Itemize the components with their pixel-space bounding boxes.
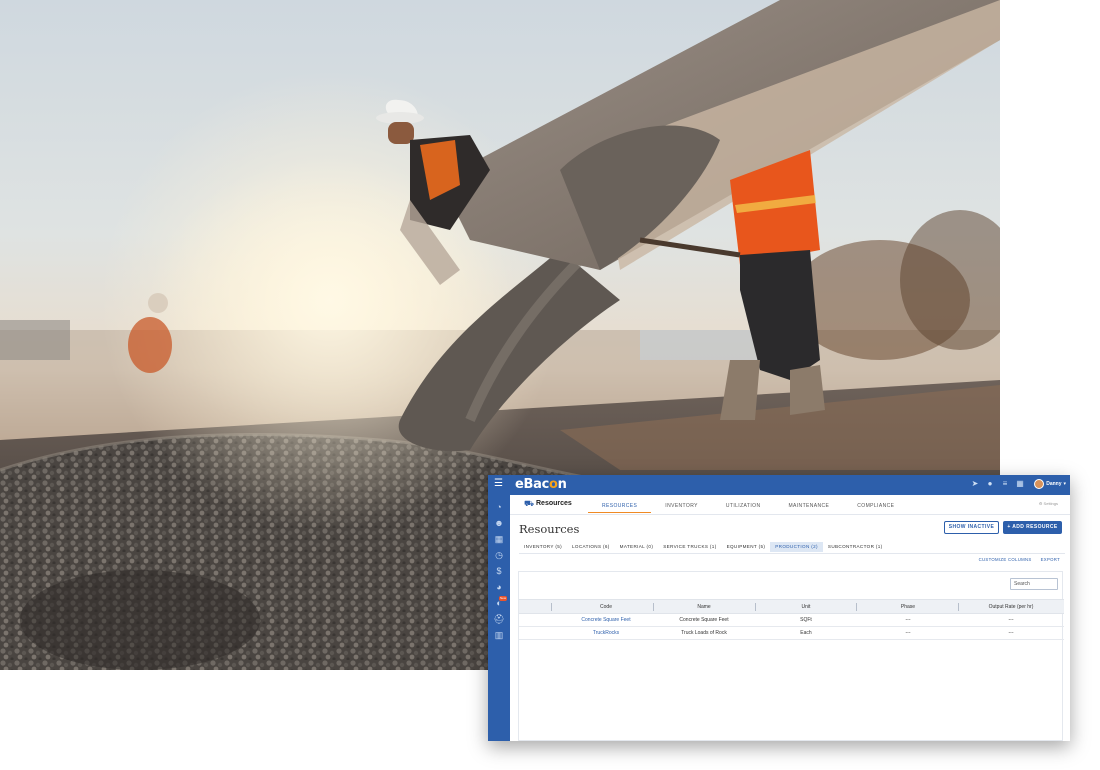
sub-header: ⛟ Resources RESOURCES INVENTORY UTILIZAT… [510,495,1070,515]
column-header-name[interactable]: Name [679,604,729,610]
resources-icon: ⛟ [524,499,535,508]
search-input[interactable]: Search [1010,578,1058,590]
resources-table-panel: Search Code Name Unit Phase Output Rate … [518,571,1064,741]
dashboard-icon[interactable]: ◔ [493,501,505,513]
column-divider [755,603,756,611]
column-divider [653,603,654,611]
topbar-icons: ➤ ● ≡ ▦ [971,480,1024,488]
hardhat-icon[interactable]: ⛑ [493,613,505,625]
marketing-composition: ☰ eBacon ➤ ● ≡ ▦ Danny ▾ ◔ ☻ ▦ ◷ $ ◕ ◐ N… [0,0,1100,770]
tab-maintenance[interactable]: MAINTENANCE [774,504,843,513]
ebacon-logo[interactable]: eBacon [515,477,567,492]
category-tabs: INVENTORY (5) LOCATIONS (6) MATERIAL (0)… [519,542,888,552]
divider [519,553,1065,554]
tab-resources[interactable]: RESOURCES [588,504,652,513]
column-divider [551,603,552,611]
section-tabs: RESOURCES INVENTORY UTILIZATION MAINTENA… [588,504,908,513]
table-actions: CUSTOMIZE COLUMNS EXPORT [979,557,1060,562]
ebacon-app-window: ☰ eBacon ➤ ● ≡ ▦ Danny ▾ ◔ ☻ ▦ ◷ $ ◕ ◐ N… [488,475,1070,741]
pie-chart-icon[interactable]: ◕ [493,581,505,593]
new-badge: New [499,596,507,601]
customize-columns-link[interactable]: CUSTOMIZE COLUMNS [979,557,1032,562]
category-tab-inventory[interactable]: INVENTORY (5) [519,542,567,552]
avatar [1034,479,1045,489]
tab-utilization[interactable]: UTILIZATION [712,504,775,513]
resource-output-rate: --- [1008,630,1014,636]
category-tab-locations[interactable]: LOCATIONS (6) [567,542,615,552]
column-header-output-rate[interactable]: Output Rate (per hr) [971,604,1051,610]
chevron-down-icon: ▾ [1063,481,1066,487]
resource-phase: --- [905,617,911,623]
category-tab-subcontractor[interactable]: SUBCONTRACTOR (1) [823,542,888,552]
resource-phase: --- [905,630,911,636]
calendar-icon[interactable]: ▦ [493,533,505,545]
hamburger-menu-icon[interactable]: ☰ [494,479,504,489]
top-navbar: ☰ eBacon ➤ ● ≡ ▦ Danny ▾ [488,475,1070,495]
main-content: ⛟ Resources RESOURCES INVENTORY UTILIZAT… [510,495,1070,741]
category-tab-service-trucks[interactable]: SERVICE TRUCKS (1) [658,542,721,552]
location-icon[interactable]: ➤ [971,480,979,488]
column-header-code[interactable]: Code [581,604,631,610]
settings-link[interactable]: ⚙ Settings [1039,501,1058,506]
user-menu[interactable]: Danny ▾ [1034,479,1066,489]
section-label: Resources [536,500,572,507]
pin-icon[interactable]: ● [986,480,994,488]
category-tab-material[interactable]: MATERIAL (0) [615,542,659,552]
settings-label: Settings [1043,501,1058,506]
dollar-icon[interactable]: $ [493,565,505,577]
category-tab-production[interactable]: PRODUCTION (2) [770,542,823,552]
table-row[interactable]: Concrete Square Feet Concrete Square Fee… [519,614,1064,627]
resource-name: Concrete Square Feet [679,617,729,623]
add-resource-button[interactable]: + ADD RESOURCE [1003,521,1062,534]
export-link[interactable]: EXPORT [1041,557,1060,562]
calendar-icon[interactable]: ▦ [1016,480,1024,488]
table-header: Code Name Unit Phase Output Rate (per hr… [519,599,1064,614]
building-icon[interactable]: ▥ [493,629,505,641]
user-name: Danny [1046,481,1062,487]
resource-output-rate: --- [1008,617,1014,623]
category-tab-equipment[interactable]: EQUIPMENT (5) [722,542,771,552]
people-icon[interactable]: ☻ [493,517,505,529]
column-divider [958,603,959,611]
table-row[interactable]: TruckRocks Truck Loads of Rock Each --- … [519,627,1064,640]
tab-compliance[interactable]: COMPLIANCE [843,504,908,513]
column-header-unit[interactable]: Unit [781,604,831,610]
resource-unit: Each [800,630,812,636]
column-divider [856,603,857,611]
clock-icon[interactable]: ◷ [493,549,505,561]
page-title: Resources [519,522,580,536]
resource-unit: SQFt [800,617,812,623]
show-inactive-button[interactable]: SHOW INACTIVE [944,521,999,534]
column-header-phase[interactable]: Phase [883,604,933,610]
resource-code-link[interactable]: Concrete Square Feet [561,617,651,623]
resource-code-link[interactable]: TruckRocks [561,630,651,636]
list-icon[interactable]: ≡ [1001,480,1009,488]
tab-inventory[interactable]: INVENTORY [651,504,712,513]
resource-name: Truck Loads of Rock [681,630,727,636]
side-navigation: ◔ ☻ ▦ ◷ $ ◕ ◐ New ⛑ ▥ [488,495,510,741]
